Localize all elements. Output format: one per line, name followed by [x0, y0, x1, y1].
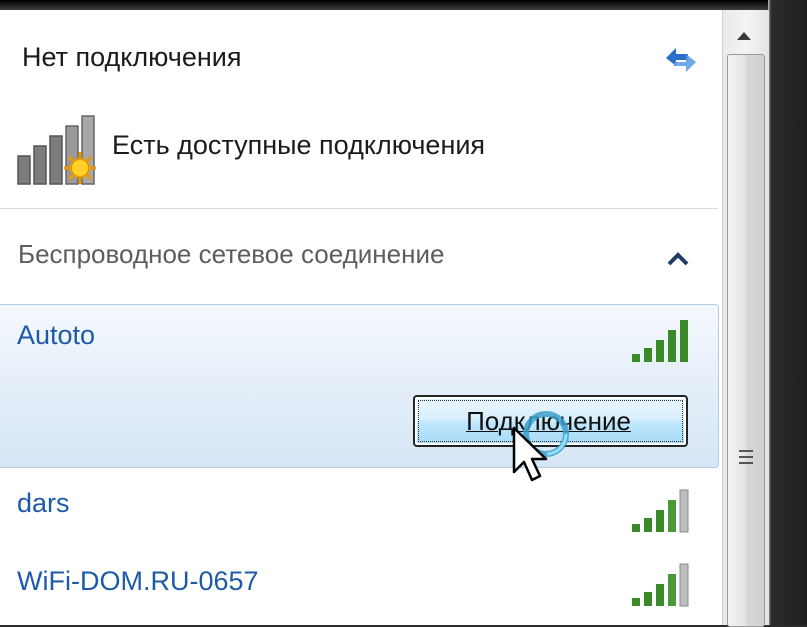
scroll-up-arrow-icon[interactable]: [727, 18, 761, 54]
network-name[interactable]: WiFi-DOM.RU-0657: [17, 566, 259, 597]
wifi-signal-icon: [632, 489, 689, 533]
section-title[interactable]: Беспроводное сетевое соединение: [18, 239, 444, 270]
chevron-up-icon[interactable]: [666, 250, 690, 268]
available-connections-text: Есть доступные подключения: [112, 130, 486, 160]
network-name[interactable]: dars: [17, 488, 70, 519]
signal-with-sun-icon: [17, 115, 96, 185]
status-title: Нет подключения: [22, 42, 242, 72]
vertical-scrollbar[interactable]: [722, 10, 769, 627]
wifi-signal-icon: [632, 320, 688, 362]
scrollbar-thumb[interactable]: [727, 54, 765, 627]
network-name[interactable]: Autoto: [17, 320, 95, 351]
window-frame-right: [768, 0, 807, 625]
network-flyout-panel: Нет подключения Есть доступные подключен…: [0, 10, 722, 625]
busy-cursor-icon: [512, 411, 569, 482]
refresh-icon[interactable]: [662, 44, 700, 76]
wifi-signal-icon: [632, 563, 689, 607]
grip-icon: [739, 450, 753, 464]
section-divider: [0, 208, 718, 209]
